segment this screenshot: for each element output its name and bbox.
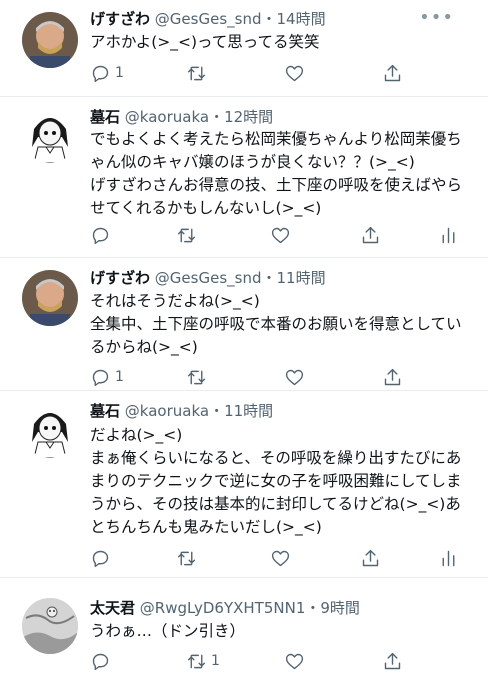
analytics-icon <box>442 550 455 566</box>
tweet-header: 墓石 @kaoruaka・11時間 <box>90 401 472 421</box>
tweet[interactable]: 墓石 @kaoruaka・11時間 だよね(>_<) まぁ俺くらいになると、その… <box>0 391 488 578</box>
reply-button[interactable]: 1 <box>90 62 124 84</box>
tweet-text: アホかよ(>_<)って思ってる笑笑 <box>90 33 320 51</box>
user-handle[interactable]: @kaoruaka <box>125 108 209 126</box>
retweet-icon <box>187 654 206 668</box>
avatar-image <box>22 402 78 458</box>
tweet-header: げすざわ @GesGes_snd・14時間 ••• <box>90 9 472 29</box>
display-name[interactable]: げすざわ <box>90 269 150 287</box>
user-handle[interactable]: @GesGes_snd <box>155 10 262 28</box>
tweet[interactable]: 太天君 @RwgLyD6YXHT5NN1・9時間 うわぁ…（ドン引き） 1 <box>0 578 488 680</box>
tweet[interactable]: げすざわ @GesGes_snd・14時間 ••• アホかよ(>_<)って思って… <box>0 0 488 97</box>
tweet-text: だよね(>_<) まぁ俺くらいになると、その呼吸を繰り出すたびにあまりのテクニッ… <box>90 426 462 536</box>
display-name[interactable]: 墓石 <box>90 108 120 126</box>
reply-button[interactable] <box>90 547 115 569</box>
tweet-header: 墓石 @kaoruaka・12時間 <box>90 107 472 127</box>
action-bar: 1 <box>86 650 472 672</box>
separator: ・ <box>305 599 321 617</box>
avatar-image <box>22 598 78 654</box>
retweet-button[interactable] <box>186 366 211 388</box>
share-button[interactable] <box>382 650 403 672</box>
reply-button[interactable] <box>90 650 115 672</box>
like-button[interactable] <box>284 62 305 84</box>
like-icon <box>285 653 304 669</box>
tweet-text: それはそうだよね(>_<) 全集中、土下座の呼吸で本番のお願いを得意としているか… <box>90 292 462 356</box>
like-icon <box>271 550 290 566</box>
user-handle[interactable]: @kaoruaka <box>125 402 209 420</box>
avatar[interactable] <box>22 12 78 68</box>
tweet-header: 太天君 @RwgLyD6YXHT5NN1・9時間 <box>90 598 472 618</box>
timestamp[interactable]: 14時間 <box>277 10 326 28</box>
analytics-icon <box>442 227 455 243</box>
like-button[interactable] <box>270 224 291 246</box>
tweet-header: げすざわ @GesGes_snd・11時間 <box>90 268 472 288</box>
action-bar: 1 <box>86 366 472 388</box>
share-button[interactable] <box>382 62 403 84</box>
share-icon <box>384 652 401 669</box>
analytics-button[interactable] <box>438 547 459 569</box>
like-button[interactable] <box>284 366 305 388</box>
reply-icon <box>92 227 109 244</box>
tweet[interactable]: 墓石 @kaoruaka・12時間 でもよくよく考えたら松岡茉優ちゃんより松岡茉… <box>0 97 488 258</box>
avatar[interactable] <box>22 402 78 458</box>
reply-button[interactable]: 1 <box>90 366 124 388</box>
retweet-button[interactable] <box>176 224 201 246</box>
analytics-button[interactable] <box>438 224 459 246</box>
separator: ・ <box>261 269 277 287</box>
separator: ・ <box>261 10 277 28</box>
share-button[interactable] <box>360 547 381 569</box>
timestamp[interactable]: 12時間 <box>224 108 273 126</box>
retweet-count: 1 <box>211 653 220 669</box>
share-icon <box>362 549 379 566</box>
user-handle[interactable]: @RwgLyD6YXHT5NN1 <box>140 599 306 617</box>
user-handle[interactable]: @GesGes_snd <box>155 269 262 287</box>
reply-count: 1 <box>115 369 124 385</box>
more-dots-icon[interactable]: ••• <box>419 9 454 27</box>
avatar-image <box>22 107 78 163</box>
reply-icon <box>92 369 109 386</box>
share-icon <box>384 368 401 385</box>
reply-icon <box>92 65 109 82</box>
avatar-image <box>22 270 78 326</box>
display-name[interactable]: げすざわ <box>90 10 150 28</box>
action-bar <box>86 547 472 569</box>
tweet[interactable]: げすざわ @GesGes_snd・11時間 それはそうだよね(>_<) 全集中、… <box>0 258 488 391</box>
retweet-icon <box>177 551 196 565</box>
timestamp[interactable]: 11時間 <box>224 402 273 420</box>
separator: ・ <box>209 108 225 126</box>
separator: ・ <box>209 402 225 420</box>
action-bar: 1 <box>86 62 472 84</box>
display-name[interactable]: 太天君 <box>90 599 135 617</box>
retweet-icon <box>187 370 206 384</box>
avatar[interactable] <box>22 107 78 163</box>
timestamp[interactable]: 11時間 <box>277 269 326 287</box>
avatar-image <box>22 12 78 68</box>
like-button[interactable] <box>284 650 305 672</box>
tweet-text: でもよくよく考えたら松岡茉優ちゃんより松岡茉優ちゃん似のキャバ嬢のほうが良くない… <box>90 130 463 217</box>
tweet-text: うわぁ…（ドン引き） <box>90 622 246 640</box>
retweet-button[interactable] <box>186 62 211 84</box>
reply-icon <box>92 550 109 567</box>
retweet-icon <box>177 228 196 242</box>
share-button[interactable] <box>360 224 381 246</box>
like-button[interactable] <box>270 547 291 569</box>
share-button[interactable] <box>382 366 403 388</box>
retweet-icon <box>187 66 206 80</box>
reply-count: 1 <box>115 65 124 81</box>
like-icon <box>285 65 304 81</box>
like-icon <box>285 369 304 385</box>
like-icon <box>271 227 290 243</box>
reply-icon <box>92 653 109 670</box>
retweet-button[interactable]: 1 <box>186 650 220 672</box>
timestamp[interactable]: 9時間 <box>320 599 360 617</box>
reply-button[interactable] <box>90 224 115 246</box>
action-bar <box>86 224 472 246</box>
share-icon <box>384 64 401 81</box>
share-icon <box>362 226 379 243</box>
display-name[interactable]: 墓石 <box>90 402 120 420</box>
avatar[interactable] <box>22 598 78 654</box>
retweet-button[interactable] <box>176 547 201 569</box>
avatar[interactable] <box>22 270 78 326</box>
